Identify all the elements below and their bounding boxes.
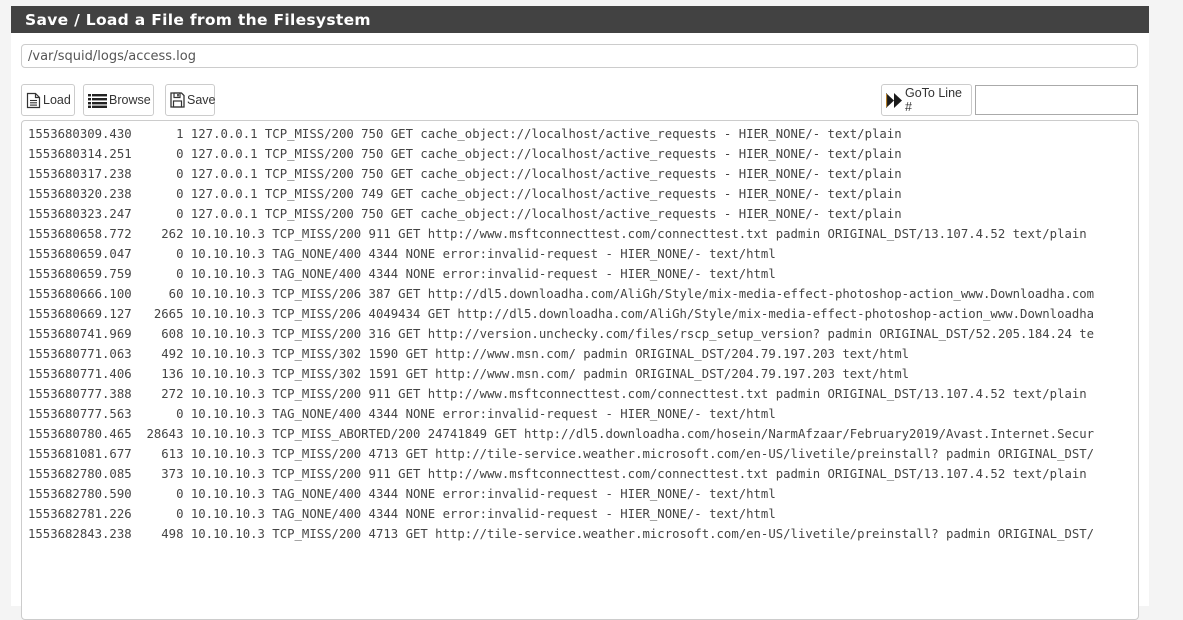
save-button[interactable]: Save (165, 84, 216, 116)
fast-forward-icon (886, 92, 903, 108)
file-text-icon (26, 92, 41, 109)
file-path-input[interactable] (21, 44, 1138, 68)
log-line: 1553680314.251 0 127.0.0.1 TCP_MISS/200 … (28, 147, 902, 161)
log-line: 1553680741.969 608 10.10.10.3 TCP_MISS/2… (28, 327, 1095, 341)
log-line: 1553680777.388 272 10.10.10.3 TCP_MISS/2… (28, 387, 1087, 401)
load-label: Load (43, 93, 71, 107)
log-line: 1553682780.085 373 10.10.10.3 TCP_MISS/2… (28, 467, 1087, 481)
floppy-disk-icon (170, 92, 185, 108)
log-line: 1553680659.047 0 10.10.10.3 TAG_NONE/400… (28, 247, 776, 261)
goto-line-input[interactable] (975, 85, 1138, 115)
log-line: 1553680669.127 2665 10.10.10.3 TCP_MISS/… (28, 307, 1095, 321)
log-line: 1553680666.100 60 10.10.10.3 TCP_MISS/20… (28, 287, 1095, 301)
log-line: 1553680317.238 0 127.0.0.1 TCP_MISS/200 … (28, 167, 902, 181)
log-line: 1553680309.430 1 127.0.0.1 TCP_MISS/200 … (28, 127, 902, 141)
browse-label: Browse (109, 93, 151, 107)
goto-line-button[interactable]: GoTo Line # (881, 84, 972, 116)
log-line: 1553682781.226 0 10.10.10.3 TAG_NONE/400… (28, 507, 776, 521)
log-line: 1553680771.406 136 10.10.10.3 TCP_MISS/3… (28, 367, 909, 381)
log-line: 1553680659.759 0 10.10.10.3 TAG_NONE/400… (28, 267, 776, 281)
save-label: Save (187, 93, 216, 107)
log-line: 1553680780.465 28643 10.10.10.3 TCP_MISS… (28, 427, 1095, 441)
log-line: 1553680777.563 0 10.10.10.3 TAG_NONE/400… (28, 407, 776, 421)
list-icon (88, 93, 107, 108)
log-line: 1553680320.238 0 127.0.0.1 TCP_MISS/200 … (28, 187, 902, 201)
log-line: 1553680771.063 492 10.10.10.3 TCP_MISS/3… (28, 347, 909, 361)
file-panel: Save / Load a File from the Filesystem L… (11, 6, 1149, 620)
panel-title: Save / Load a File from the Filesystem (11, 6, 1149, 33)
load-button[interactable]: Load (21, 84, 75, 116)
log-line: 1553682843.238 498 10.10.10.3 TCP_MISS/2… (28, 527, 1095, 541)
log-line: 1553680658.772 262 10.10.10.3 TCP_MISS/2… (28, 227, 1087, 241)
file-content-textarea[interactable]: 1553680309.430 1 127.0.0.1 TCP_MISS/200 … (21, 120, 1139, 620)
log-line: 1553680323.247 0 127.0.0.1 TCP_MISS/200 … (28, 207, 902, 221)
log-line: 1553681081.677 613 10.10.10.3 TCP_MISS/2… (28, 447, 1095, 461)
goto-line-label: GoTo Line # (905, 86, 962, 114)
log-line: 1553682780.590 0 10.10.10.3 TAG_NONE/400… (28, 487, 776, 501)
browse-button[interactable]: Browse (83, 84, 154, 116)
